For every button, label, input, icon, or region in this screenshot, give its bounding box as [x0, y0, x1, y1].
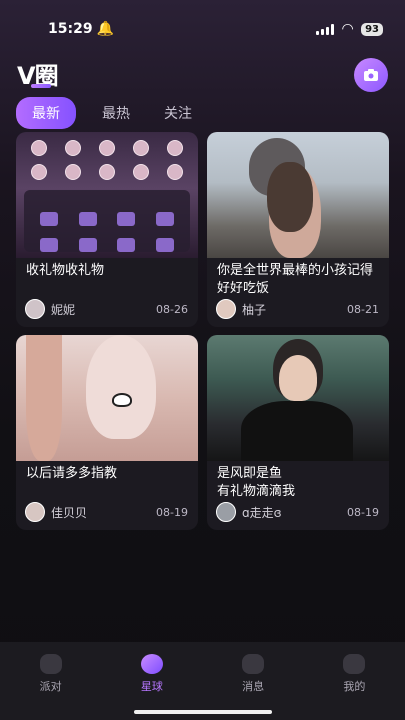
author-name: 佳贝贝: [51, 505, 88, 520]
post-image: [207, 132, 389, 258]
avatar: [25, 502, 45, 522]
avatar: [216, 502, 236, 522]
post-card[interactable]: 以后请多多指教 佳贝贝 08-19: [16, 335, 198, 530]
post-date: 08-26: [156, 302, 188, 316]
tab-following[interactable]: 关注: [156, 97, 200, 129]
camera-button[interactable]: [354, 58, 388, 92]
tab-latest[interactable]: 最新: [16, 97, 76, 129]
notification-icon: 🔔: [96, 21, 115, 37]
planet-icon: [140, 654, 163, 674]
clock: 15:29: [48, 21, 93, 37]
post-card[interactable]: 你是全世界最棒的小孩记得好好吃饭 柚子 08-21: [207, 132, 389, 327]
logo-underline: [31, 84, 51, 88]
author-name: 柚子: [242, 302, 267, 317]
avatar: [216, 299, 236, 319]
post-date: 08-19: [156, 505, 188, 519]
nav-profile[interactable]: 我的: [324, 654, 384, 720]
party-icon: [39, 654, 62, 674]
post-image: [16, 132, 198, 258]
bottom-nav: 派对 星球 消息 我的: [0, 642, 405, 720]
post-grid: 收礼物收礼物 妮妮 08-26 你是全世界最棒的小孩记得好好吃饭 柚子 08-2…: [16, 132, 389, 530]
status-bar: 15:29 🔔 ◠ 93: [0, 0, 405, 44]
feed-tabs: 最新 最热 关注: [16, 97, 200, 129]
post-date: 08-19: [347, 505, 379, 519]
wifi-icon: ◠: [342, 21, 354, 37]
tab-hot[interactable]: 最热: [94, 97, 138, 129]
post-date: 08-21: [347, 302, 379, 316]
post-title: 以后请多多指教: [26, 466, 118, 481]
profile-icon: [343, 654, 366, 674]
post-card[interactable]: 是风即是鱼 有礼物滴滴我 ɑ走走ɞ 08-19: [207, 335, 389, 530]
camera-icon: [364, 69, 378, 81]
avatar: [25, 299, 45, 319]
post-card[interactable]: 收礼物收礼物 妮妮 08-26: [16, 132, 198, 327]
battery-icon: 93: [361, 22, 383, 36]
cellular-signal-icon: [316, 23, 335, 35]
post-title: 是风即是鱼 有礼物滴滴我: [217, 466, 296, 499]
author-name: ɑ走走ɞ: [242, 505, 282, 520]
nav-party[interactable]: 派对: [21, 654, 81, 720]
message-icon: [242, 654, 265, 674]
post-image: [16, 335, 198, 461]
home-indicator[interactable]: [134, 710, 272, 714]
post-title: 你是全世界最棒的小孩记得好好吃饭: [217, 263, 374, 296]
author-name: 妮妮: [51, 302, 76, 317]
post-title: 收礼物收礼物: [26, 263, 105, 278]
post-image: [207, 335, 389, 461]
